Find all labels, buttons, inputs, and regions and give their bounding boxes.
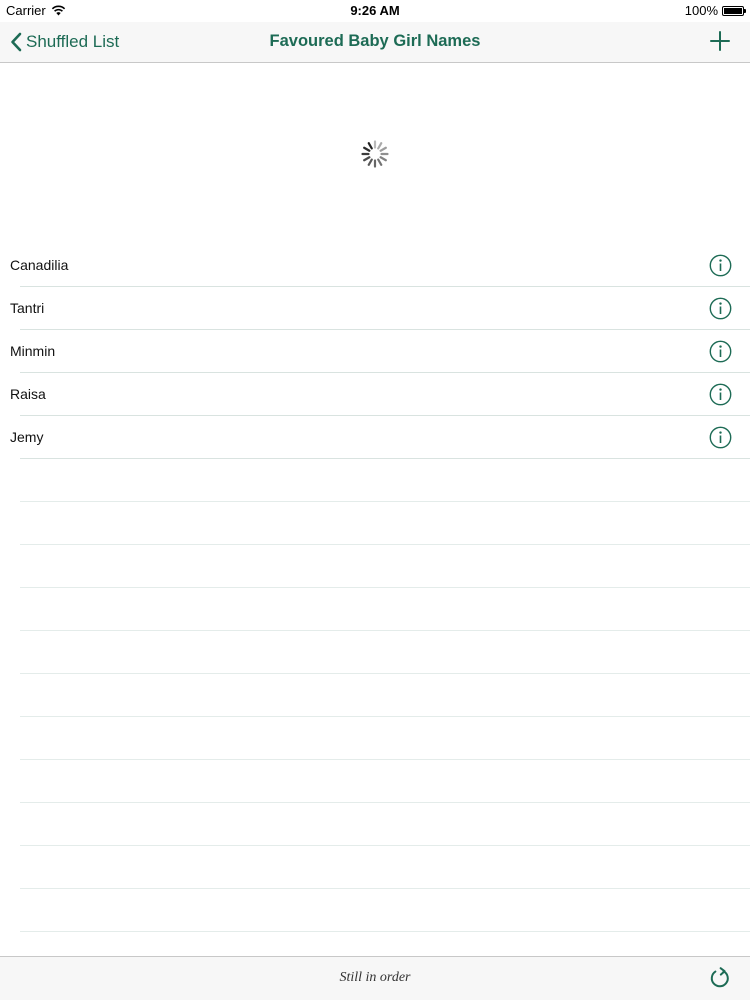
empty-row-separator — [20, 716, 750, 717]
name-label: Canadilia — [10, 257, 69, 273]
name-label: Minmin — [10, 343, 56, 359]
empty-row-separator — [20, 673, 750, 674]
page-title: Favoured Baby Girl Names — [269, 32, 481, 50]
bottom-toolbar: Still in order — [0, 956, 750, 1000]
empty-row-separator — [20, 931, 750, 932]
info-icon[interactable] — [709, 297, 732, 320]
info-icon[interactable] — [709, 340, 732, 363]
empty-row-separator — [20, 845, 750, 846]
empty-row-separator — [20, 888, 750, 889]
name-label: Tantri — [10, 300, 45, 316]
battery-fill — [724, 7, 742, 14]
names-table: Canadilia Tantri Minmin Raisa Jemy — [0, 244, 750, 459]
navigation-bar: Shuffled List Favoured Baby Girl Names — [0, 22, 750, 63]
plus-icon[interactable] — [706, 27, 734, 55]
info-icon[interactable] — [709, 383, 732, 406]
info-icon[interactable] — [709, 254, 732, 277]
status-right: 100% — [684, 3, 746, 18]
table-row[interactable]: Jemy — [0, 416, 750, 459]
table-row[interactable]: Minmin — [0, 330, 750, 373]
empty-row-separator — [20, 802, 750, 803]
info-icon[interactable] — [709, 426, 732, 449]
name-label: Raisa — [10, 386, 46, 402]
empty-row-separator — [20, 630, 750, 631]
order-status-label: Still in order — [339, 970, 411, 985]
empty-row-separator — [20, 759, 750, 760]
table-row[interactable]: Canadilia — [0, 244, 750, 287]
refresh-icon[interactable] — [708, 966, 732, 990]
status-bar: Carrier 9:26 AM 100% — [0, 0, 750, 22]
empty-row-separator — [20, 501, 750, 502]
activity-spinner-icon — [361, 140, 389, 168]
name-label: Jemy — [10, 429, 44, 445]
table-row[interactable]: Raisa — [0, 373, 750, 416]
empty-row-separator — [20, 587, 750, 588]
empty-row-separator — [20, 544, 750, 545]
battery-icon — [722, 5, 746, 16]
battery-percent: 100% — [684, 3, 718, 18]
status-time: 9:26 AM — [350, 3, 400, 18]
table-row[interactable]: Tantri — [0, 287, 750, 330]
